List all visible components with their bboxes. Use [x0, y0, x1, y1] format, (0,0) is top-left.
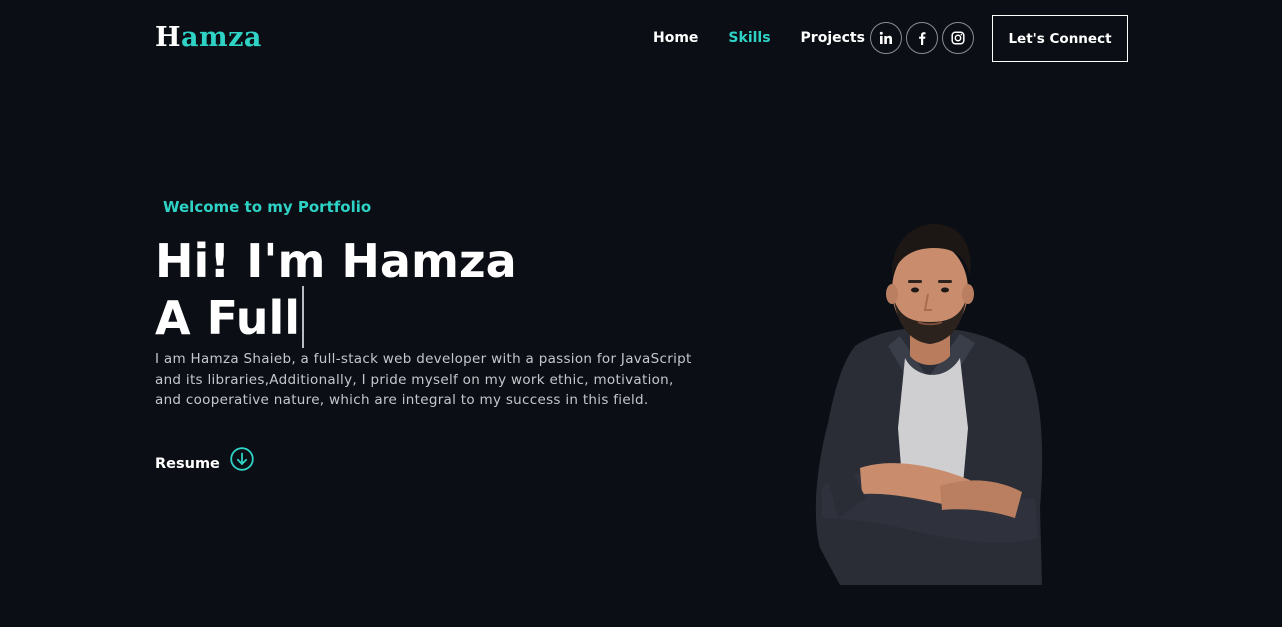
nav-links: Home Skills Projects — [653, 29, 865, 47]
hero-bio: I am Hamza Shaieb, a full-stack web deve… — [155, 351, 692, 408]
nav-link-projects[interactable]: Projects — [801, 29, 865, 47]
heading-line-2: A Full — [155, 291, 301, 345]
heading-line-1: Hi! I'm Hamza — [155, 234, 517, 288]
top-navbar: Hamza Home Skills Projects Let's Connect — [0, 0, 1282, 78]
hero-tagline: Welcome to my Portfolio — [163, 198, 372, 216]
hero-heading: Hi! I'm Hamza A Full — [155, 236, 517, 348]
facebook-icon — [919, 32, 926, 45]
logo-initial: H — [155, 22, 182, 53]
portfolio-page: Hamza Home Skills Projects Let's Connect… — [0, 0, 1282, 627]
typing-cursor — [302, 286, 305, 348]
nav-link-home[interactable]: Home — [653, 29, 698, 47]
lets-connect-button[interactable]: Let's Connect — [992, 15, 1128, 62]
heading-line-2-wrap: A Full — [155, 286, 517, 348]
linkedin-button[interactable] — [870, 22, 902, 54]
instagram-icon — [951, 31, 965, 45]
linkedin-icon — [879, 31, 892, 44]
resume-download-button[interactable]: Resume — [155, 447, 254, 481]
resume-label: Resume — [155, 456, 220, 472]
logo-rest: amza — [181, 22, 262, 53]
arrow-down-circle-icon — [230, 447, 254, 471]
profile-photo — [815, 224, 1043, 585]
nav-link-skills[interactable]: Skills — [728, 29, 770, 47]
brand-logo[interactable]: Hamza — [155, 22, 262, 54]
instagram-button[interactable] — [942, 22, 974, 54]
social-links — [870, 22, 974, 54]
facebook-button[interactable] — [906, 22, 938, 54]
